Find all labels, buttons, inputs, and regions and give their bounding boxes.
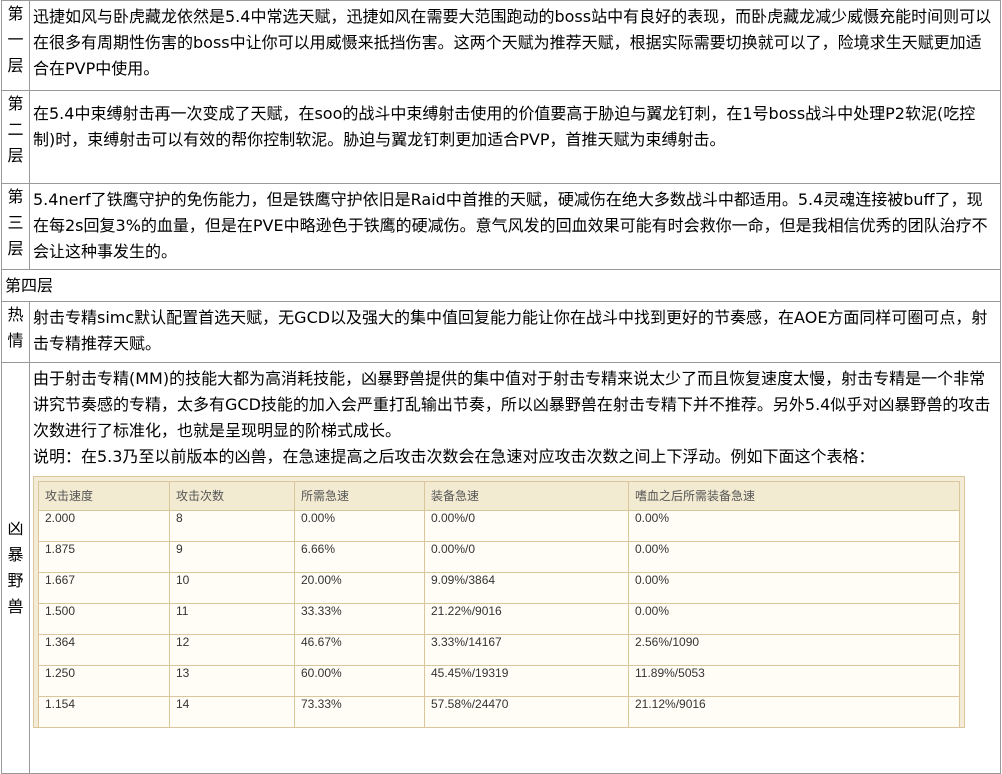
talent-text-enthusiasm: 射击专精simc默认配置首选天赋，无GCD以及强大的集中值回复能力能让你在战斗中…: [29, 301, 1001, 363]
table-cell: 1.875: [38, 541, 170, 573]
talent-label-char: 情: [7, 331, 24, 350]
tier-label-2: 第 二 层: [1, 90, 30, 184]
table-cell: 13: [169, 665, 295, 697]
table-row: 1.364 12 46.67% 3.33%/14167 2.56%/1090: [38, 634, 960, 666]
dire-beast-note: 说明：在5.3乃至以前版本的凶兽，在急速提高之后攻击次数会在急速对应攻击次数之间…: [33, 447, 875, 466]
tier-4-heading: 第四层: [1, 269, 1001, 302]
table-cell: 0.00%: [628, 572, 960, 604]
tier-label-char: 第: [7, 94, 24, 113]
talent-text-dire-beast: 由于射击专精(MM)的技能大都为高消耗技能，凶暴野兽提供的集中值对于射击专精来说…: [29, 362, 1001, 774]
column-header: 攻击速度: [38, 481, 170, 511]
table-cell: 73.33%: [294, 696, 425, 728]
table-cell: 0.00%: [628, 541, 960, 573]
table-cell: 1.667: [38, 572, 170, 604]
tier-label-char: 第: [7, 187, 24, 206]
table-cell: 21.12%/9016: [628, 696, 960, 728]
table-cell: 21.22%/9016: [424, 603, 629, 635]
table-cell: 9.09%/3864: [424, 572, 629, 604]
tier-row-3: 第 三 层 5.4nerf了铁鹰守护的免伤能力，但是铁鹰守护依旧是Raid中首推…: [1, 183, 1001, 270]
table-cell: 10: [169, 572, 295, 604]
dire-beast-paragraph: 由于射击专精(MM)的技能大都为高消耗技能，凶暴野兽提供的集中值对于射击专精来说…: [33, 369, 991, 440]
table-cell: 12: [169, 634, 295, 666]
table-cell: 60.00%: [294, 665, 425, 697]
tier-label-char: 第: [7, 4, 24, 23]
tier-label-3: 第 三 层: [1, 183, 30, 270]
table-cell: 57.58%/24470: [424, 696, 629, 728]
table-cell: 20.00%: [294, 572, 425, 604]
talent-label-char: 野: [7, 571, 24, 590]
table-cell: 6.66%: [294, 541, 425, 573]
tier-label-char: 层: [7, 239, 24, 258]
table-row: 2.000 8 0.00% 0.00%/0 0.00%: [38, 510, 960, 542]
tier-text-1: 迅捷如风与卧虎藏龙依然是5.4中常选天赋，迅捷如风在需要大范围跑动的boss站中…: [29, 0, 1001, 91]
table-cell: 0.00%: [628, 603, 960, 635]
column-header: 嗜血之后所需装备急速: [628, 481, 960, 511]
tier-row-2: 第 二 层 在5.4中束缚射击再一次变成了天赋，在soo的战斗中束缚射击使用的价…: [1, 90, 1001, 184]
talent-label-dire-beast: 凶 暴 野 兽: [1, 362, 30, 774]
table-cell: 14: [169, 696, 295, 728]
table-cell: 11: [169, 603, 295, 635]
table-row: 1.667 10 20.00% 9.09%/3864 0.00%: [38, 572, 960, 604]
table-row: 1.500 11 33.33% 21.22%/9016 0.00%: [38, 603, 960, 635]
tier-label-char: 二: [7, 120, 24, 139]
table-cell: 1.250: [38, 665, 170, 697]
haste-table: 攻击速度 攻击次数 所需急速 装备急速 嗜血之后所需装备急速 2.000 8 0…: [38, 481, 960, 728]
table-cell: 45.45%/19319: [424, 665, 629, 697]
tier-row-4: 第四层: [1, 269, 1001, 302]
table-cell: 1.364: [38, 634, 170, 666]
table-cell: 0.00%: [294, 510, 425, 542]
talent-label-char: 热: [7, 305, 24, 324]
table-cell: 2.56%/1090: [628, 634, 960, 666]
tier-text-2: 在5.4中束缚射击再一次变成了天赋，在soo的战斗中束缚射击使用的价值要高于胁迫…: [29, 90, 1001, 184]
talent-row-dire-beast: 凶 暴 野 兽 由于射击专精(MM)的技能大都为高消耗技能，凶暴野兽提供的集中值…: [1, 362, 1001, 774]
talent-row-enthusiasm: 热 情 射击专精simc默认配置首选天赋，无GCD以及强大的集中值回复能力能让你…: [1, 301, 1001, 363]
table-cell: 46.67%: [294, 634, 425, 666]
table-cell: 11.89%/5053: [628, 665, 960, 697]
tier-label-char: 层: [7, 146, 24, 165]
talent-label-char: 暴: [7, 545, 24, 564]
table-cell: 0.00%: [628, 510, 960, 542]
table-cell: 8: [169, 510, 295, 542]
column-header: 所需急速: [294, 481, 425, 511]
tier-row-1: 第 一 层 迅捷如风与卧虎藏龙依然是5.4中常选天赋，迅捷如风在需要大范围跑动的…: [1, 0, 1001, 91]
haste-table-header-row: 攻击速度 攻击次数 所需急速 装备急速 嗜血之后所需装备急速: [38, 481, 960, 511]
talent-label-char: 兽: [7, 597, 24, 616]
table-cell: 1.500: [38, 603, 170, 635]
table-cell: 0.00%/0: [424, 510, 629, 542]
table-row: 1.875 9 6.66% 0.00%/0 0.00%: [38, 541, 960, 573]
tier-label-char: 三: [7, 213, 24, 232]
talent-label-enthusiasm: 热 情: [1, 301, 30, 363]
tier-label-char: 层: [7, 56, 24, 75]
column-header: 装备急速: [424, 481, 629, 511]
haste-table-container: 攻击速度 攻击次数 所需急速 装备急速 嗜血之后所需装备急速 2.000 8 0…: [33, 476, 965, 728]
table-cell: 33.33%: [294, 603, 425, 635]
table-cell: 2.000: [38, 510, 170, 542]
tier-label-char: 一: [7, 30, 24, 49]
table-row: 1.154 14 73.33% 57.58%/24470 21.12%/9016: [38, 696, 960, 728]
table-row: 1.250 13 60.00% 45.45%/19319 11.89%/5053: [38, 665, 960, 697]
tier-text-3: 5.4nerf了铁鹰守护的免伤能力，但是铁鹰守护依旧是Raid中首推的天赋，硬减…: [29, 183, 1001, 270]
talent-label-char: 凶: [7, 519, 24, 538]
column-header: 攻击次数: [169, 481, 295, 511]
table-cell: 0.00%/0: [424, 541, 629, 573]
table-cell: 9: [169, 541, 295, 573]
table-cell: 1.154: [38, 696, 170, 728]
talent-table: 第 一 层 迅捷如风与卧虎藏龙依然是5.4中常选天赋，迅捷如风在需要大范围跑动的…: [1, 0, 1001, 774]
tier-label-1: 第 一 层: [1, 0, 30, 91]
table-cell: 3.33%/14167: [424, 634, 629, 666]
